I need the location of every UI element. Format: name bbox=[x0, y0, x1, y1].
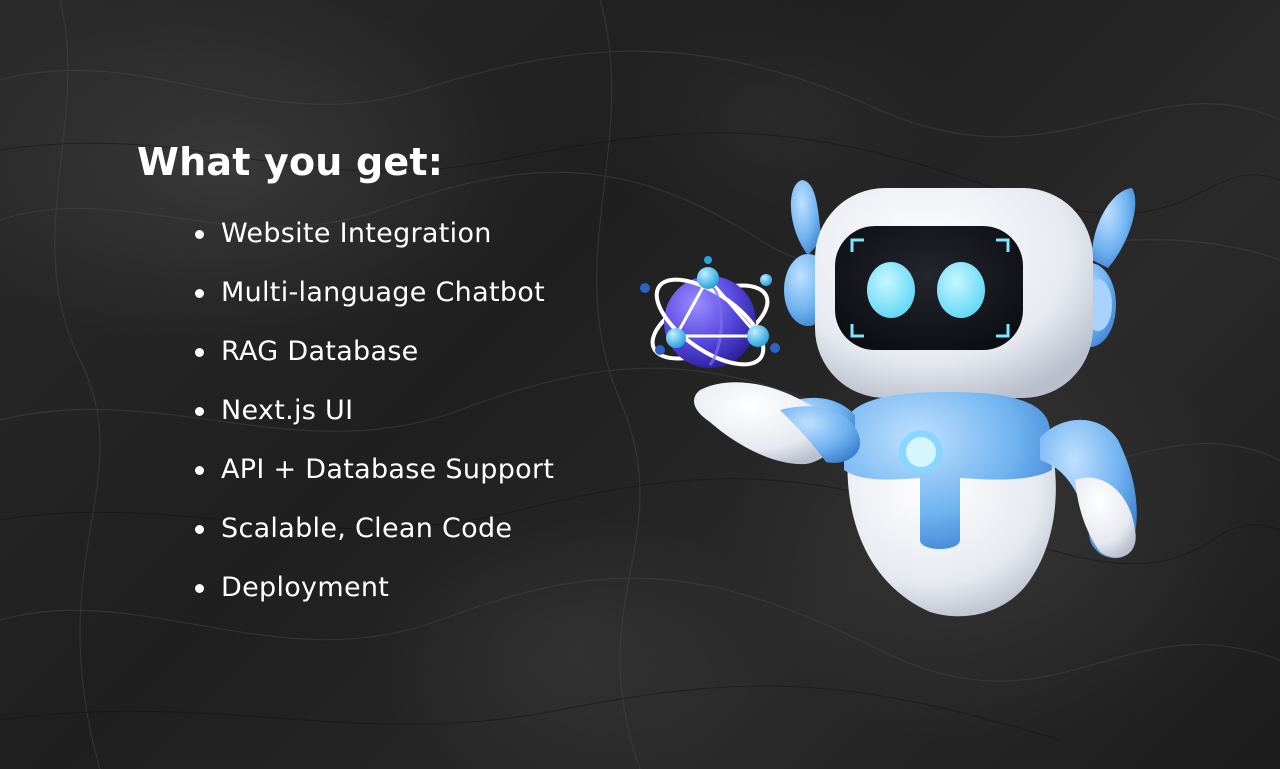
feature-label: Website Integration bbox=[221, 218, 492, 249]
atom-icon bbox=[640, 256, 780, 368]
feature-list: Website Integration Multi-language Chatb… bbox=[137, 204, 657, 617]
page-title: What you get: bbox=[137, 140, 444, 184]
bullet-icon bbox=[195, 525, 204, 534]
feature-label: Next.js UI bbox=[221, 395, 354, 426]
bullet-icon bbox=[195, 230, 204, 239]
bullet-icon bbox=[195, 348, 204, 357]
feature-label: Multi-language Chatbot bbox=[221, 277, 545, 308]
feature-label: Scalable, Clean Code bbox=[221, 513, 513, 544]
list-item: API + Database Support bbox=[193, 440, 657, 499]
feature-label: Deployment bbox=[221, 572, 390, 603]
feature-label: API + Database Support bbox=[221, 454, 555, 485]
list-item: Website Integration bbox=[193, 204, 657, 263]
bullet-icon bbox=[195, 407, 204, 416]
feature-panel: What you get: Website Integration Multi-… bbox=[137, 140, 657, 617]
robot-illustration bbox=[630, 160, 1160, 630]
feature-label: RAG Database bbox=[221, 336, 419, 367]
list-item: Scalable, Clean Code bbox=[193, 499, 657, 558]
list-item: Multi-language Chatbot bbox=[193, 263, 657, 322]
slide: What you get: Website Integration Multi-… bbox=[0, 0, 1280, 769]
bullet-icon bbox=[195, 584, 204, 593]
robot-icon bbox=[640, 180, 1137, 617]
list-item: Deployment bbox=[193, 558, 657, 617]
list-item: Next.js UI bbox=[193, 381, 657, 440]
bullet-icon bbox=[195, 289, 204, 298]
bullet-icon bbox=[195, 466, 204, 475]
list-item: RAG Database bbox=[193, 322, 657, 381]
